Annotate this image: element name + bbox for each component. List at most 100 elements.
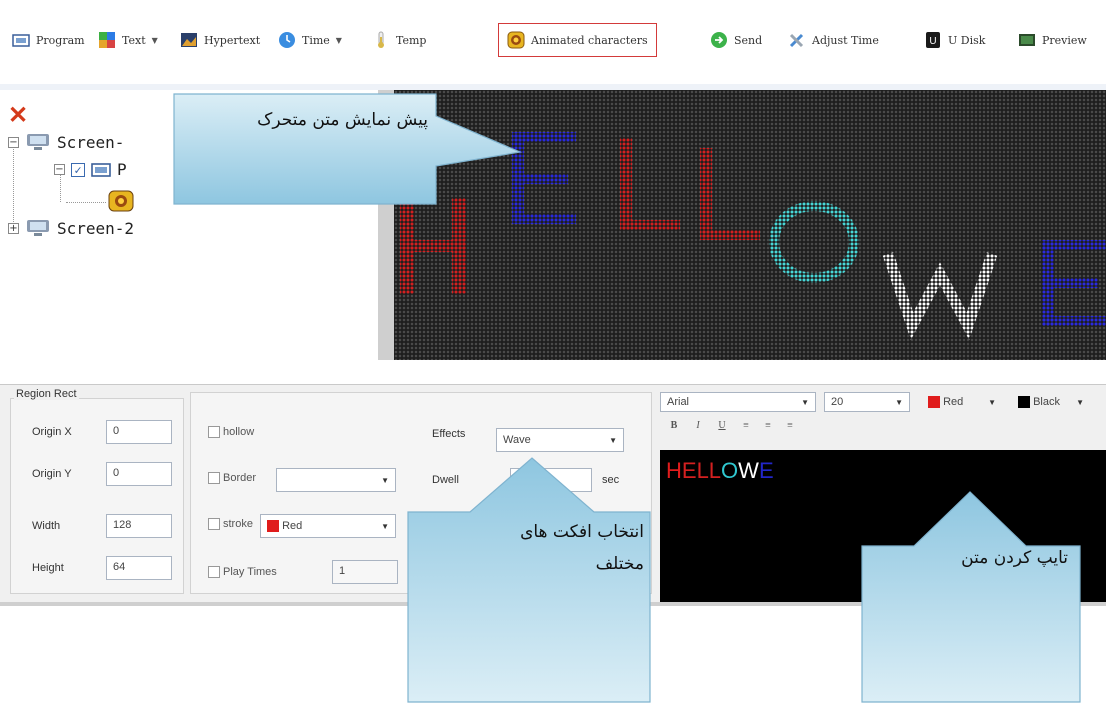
- animated-characters-button[interactable]: Animated characters: [498, 23, 657, 57]
- program-icon: [91, 162, 111, 177]
- width-input[interactable]: 128: [106, 514, 172, 538]
- editor-segment: ELL: [681, 458, 722, 483]
- close-icon[interactable]: ✕: [8, 104, 28, 128]
- u-disk-button[interactable]: U U Disk: [924, 26, 985, 54]
- tree-item-animated-characters[interactable]: [108, 190, 134, 212]
- align-center-icon[interactable]: ≡: [760, 420, 776, 434]
- adjust-time-icon: [789, 33, 804, 48]
- stroke-checkbox[interactable]: stroke: [208, 518, 253, 530]
- red-swatch: [267, 520, 279, 533]
- border-select[interactable]: ▼: [276, 468, 396, 492]
- animated-characters-icon: [507, 31, 525, 49]
- editor-segment: O: [721, 458, 739, 483]
- monitor-icon: [27, 134, 49, 150]
- hypertext-label: Hypertext: [204, 33, 261, 47]
- editor-segment: E: [758, 458, 774, 483]
- text-label: Text: [122, 33, 146, 47]
- program-checkbox[interactable]: ✓: [71, 162, 85, 177]
- time-label: Time: [302, 33, 330, 47]
- callout-effects-text-2: مختلف: [595, 554, 644, 574]
- editor-segment: H: [666, 458, 682, 483]
- screen-2-label: Screen-2: [57, 218, 135, 238]
- program-label: P: [117, 160, 127, 179]
- adjust-time-button[interactable]: Adjust Time: [788, 26, 879, 54]
- u-disk-icon: U: [926, 32, 940, 48]
- led-letter-o: [769, 201, 859, 283]
- tree-item-screen-2[interactable]: + Screen-2: [8, 218, 134, 238]
- effects-label: Effects: [432, 428, 466, 440]
- italic-button[interactable]: I: [690, 420, 706, 434]
- monitor-icon: [27, 220, 49, 236]
- temp-label: Temp: [396, 33, 427, 47]
- border-checkbox[interactable]: Border: [208, 472, 256, 484]
- time-icon: [279, 32, 295, 48]
- height-label: Height: [32, 562, 64, 574]
- callout-typing-text: تایپ کردن متن: [961, 548, 1068, 568]
- led-letter-h: [400, 198, 466, 294]
- thermometer-icon: [378, 31, 384, 48]
- chevron-down-icon: ▼: [801, 397, 809, 407]
- callout-effects: انتخاب افکت های مختلف: [406, 456, 654, 704]
- callout-preview: پیش نمایش متن متحرک: [172, 92, 523, 206]
- font-family-select[interactable]: Arial ▼: [660, 392, 816, 412]
- align-right-icon[interactable]: ≡: [782, 420, 798, 434]
- hypertext-button[interactable]: Hypertext: [180, 26, 260, 54]
- origin-y-label: Origin Y: [32, 468, 72, 480]
- tree-line: [13, 142, 14, 222]
- led-letter-l: [700, 148, 760, 240]
- play-times-checkbox[interactable]: Play Times: [208, 566, 277, 578]
- led-letter-l: [620, 138, 680, 230]
- animated-characters-icon: [108, 190, 134, 212]
- align-left-icon[interactable]: ≡: [738, 420, 754, 434]
- send-label: Send: [734, 33, 763, 47]
- hypertext-icon: [181, 33, 197, 47]
- callout-effects-text-1: انتخاب افکت های: [520, 522, 644, 542]
- height-input[interactable]: 64: [106, 556, 172, 580]
- time-button[interactable]: Time ▼: [278, 26, 342, 54]
- screen-1-label: Screen-: [57, 132, 125, 152]
- editor-segment: W: [738, 458, 759, 483]
- text-color-select[interactable]: Red ▼: [922, 392, 1002, 412]
- width-label: Width: [32, 520, 61, 532]
- red-swatch: [928, 396, 940, 409]
- tree-item-program[interactable]: − ✓ P: [54, 160, 127, 179]
- origin-x-input[interactable]: 0: [106, 420, 172, 444]
- program-icon: [12, 34, 30, 47]
- text-button[interactable]: Text ▼: [98, 26, 158, 54]
- collapse-icon[interactable]: −: [8, 136, 19, 148]
- origin-y-input[interactable]: 0: [106, 462, 172, 486]
- font-size-select[interactable]: 20 ▼: [824, 392, 910, 412]
- temp-button[interactable]: Temp: [372, 26, 426, 54]
- tree-item-screen-1[interactable]: − Screen-: [8, 132, 124, 152]
- send-icon: [711, 32, 727, 48]
- chevron-down-icon: ▼: [381, 521, 389, 531]
- expand-icon[interactable]: +: [8, 222, 19, 234]
- u-disk-label: U Disk: [948, 33, 986, 47]
- svg-text:U: U: [929, 36, 936, 47]
- led-letter-e: [1042, 240, 1106, 326]
- stroke-color-select[interactable]: Red ▼: [260, 514, 396, 538]
- origin-x-label: Origin X: [32, 426, 72, 438]
- callout-typing: تایپ کردن متن: [860, 490, 1082, 704]
- underline-button[interactable]: U: [714, 420, 730, 434]
- collapse-icon[interactable]: −: [54, 164, 65, 175]
- editor-content: HELLOWE: [666, 458, 774, 484]
- adjust-time-label: Adjust Time: [812, 33, 879, 47]
- bold-button[interactable]: B: [666, 420, 682, 434]
- chevron-down-icon: ▼: [151, 35, 158, 45]
- black-swatch: [1018, 396, 1030, 409]
- effects-select[interactable]: Wave ▼: [496, 428, 624, 452]
- region-rect-title: Region Rect: [14, 388, 79, 400]
- play-times-input[interactable]: 1: [332, 560, 398, 584]
- background-color-select[interactable]: Black ▼: [1012, 392, 1090, 412]
- chevron-down-icon: ▼: [1076, 397, 1084, 407]
- send-button[interactable]: Send: [710, 26, 762, 54]
- program-button[interactable]: Program: [12, 26, 85, 54]
- chevron-down-icon: ▼: [988, 397, 996, 407]
- hollow-checkbox[interactable]: hollow: [208, 426, 254, 438]
- main-toolbar: Program Text ▼ Hypertext Time ▼ Temp Ani…: [0, 0, 1106, 72]
- preview-button[interactable]: Preview: [1018, 26, 1087, 54]
- chevron-down-icon: ▼: [335, 35, 342, 45]
- program-label: Program: [36, 33, 85, 47]
- chevron-down-icon: ▼: [609, 435, 617, 445]
